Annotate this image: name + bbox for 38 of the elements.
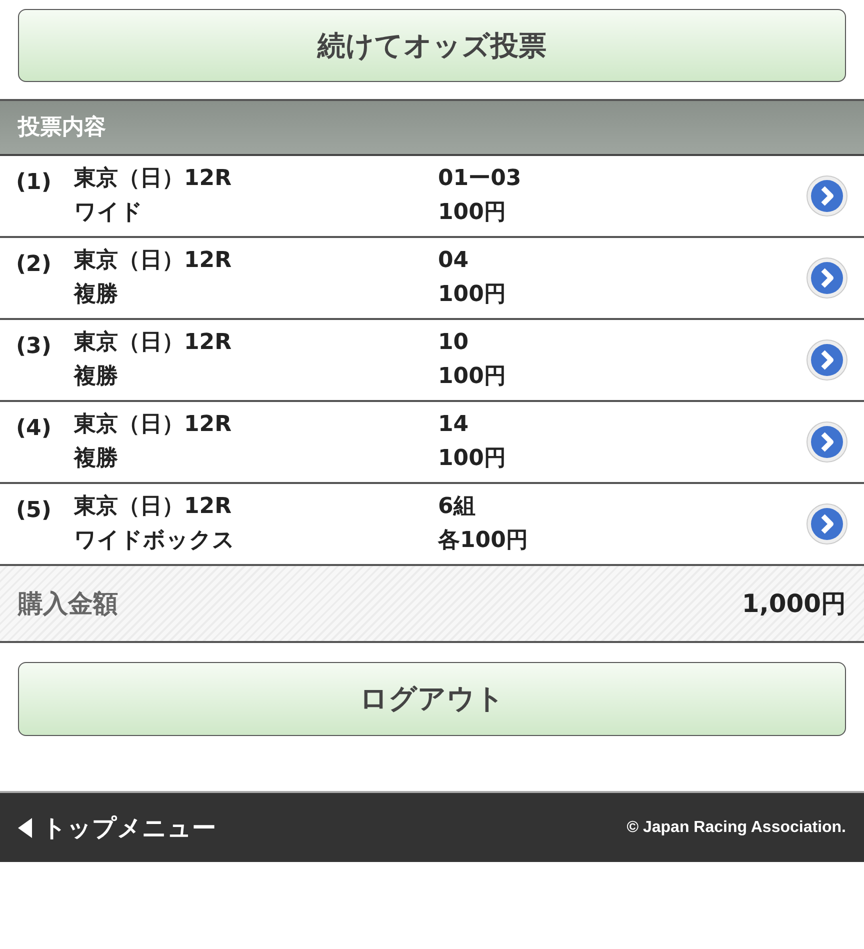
bet-type: 複勝 — [74, 281, 119, 309]
section-header: 投票内容 — [18, 114, 106, 142]
total-label: 購入金額 — [18, 588, 118, 620]
bet-number: (4) — [16, 416, 52, 441]
race-name: 東京（日）12R — [74, 247, 233, 275]
race-name: 東京（日）12R — [74, 165, 233, 193]
triangle-left-icon — [18, 818, 32, 838]
bet-number: (1) — [16, 170, 52, 195]
bet-amount: 各100円 — [438, 527, 529, 555]
bet-type: ワイド — [74, 199, 144, 227]
bet-type: 複勝 — [74, 445, 119, 473]
race-name: 東京（日）12R — [74, 411, 233, 439]
bet-type: 複勝 — [74, 363, 119, 391]
chevron-right-icon[interactable] — [806, 421, 848, 463]
bet-selection: 04 — [438, 247, 470, 275]
logout-button[interactable]: ログアウト — [18, 662, 846, 736]
race-name: 東京（日）12R — [74, 329, 233, 357]
bet-type: ワイドボックス — [74, 527, 236, 555]
chevron-right-icon[interactable] — [806, 503, 848, 545]
continue-voting-button[interactable]: 続けてオッズ投票 — [18, 9, 846, 82]
bet-number: (3) — [16, 334, 52, 359]
bet-amount: 100円 — [438, 445, 507, 473]
bet-selection: 14 — [438, 411, 470, 439]
chevron-right-icon[interactable] — [806, 339, 848, 381]
bet-amount: 100円 — [438, 281, 507, 309]
top-menu-link[interactable]: トップメニュー — [18, 810, 216, 846]
bet-selection: 6組 — [438, 493, 476, 521]
bet-selection: 01ー03 — [438, 165, 522, 193]
bet-amount: 100円 — [438, 363, 507, 391]
bet-number: (5) — [16, 498, 52, 523]
chevron-right-icon[interactable] — [806, 257, 848, 299]
total-amount: 1,000円 — [742, 588, 846, 620]
bet-selection: 10 — [438, 329, 470, 357]
copyright-text: © Japan Racing Association. — [626, 818, 846, 838]
race-name: 東京（日）12R — [74, 493, 233, 521]
chevron-right-icon[interactable] — [806, 175, 848, 217]
bet-number: (2) — [16, 252, 52, 277]
bet-amount: 100円 — [438, 199, 507, 227]
